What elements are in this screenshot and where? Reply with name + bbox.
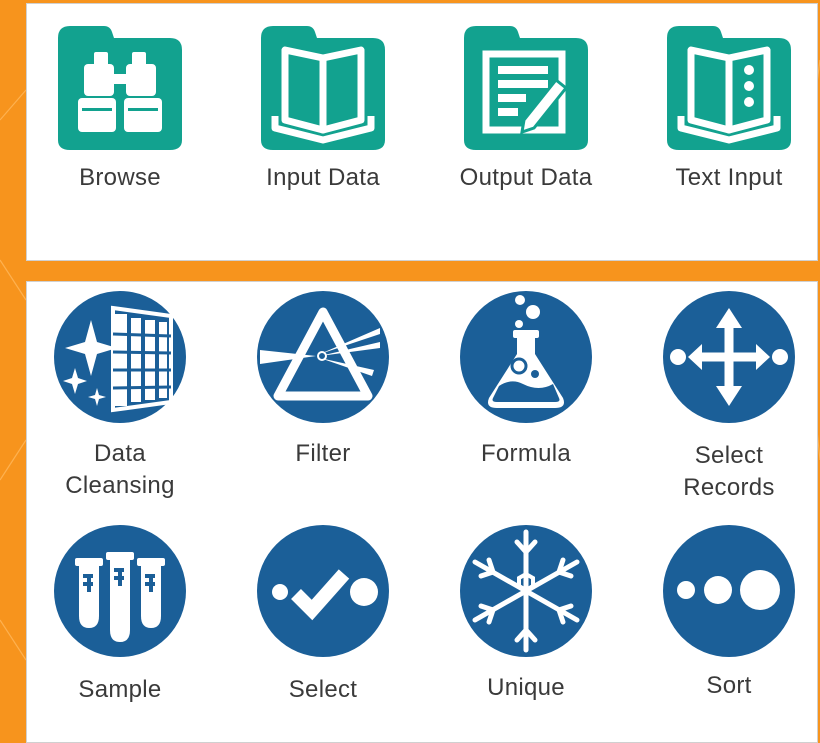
tool-label: Filter (295, 440, 351, 467)
tool-label: Data Cleansing (65, 440, 175, 499)
snowflake-icon (460, 525, 592, 657)
tool-output-data[interactable]: Output Data (426, 24, 626, 194)
tool-label: Select Records (683, 442, 775, 501)
tool-sort[interactable]: Sort (629, 524, 820, 702)
sparkle-grid-icon (54, 291, 186, 423)
tool-text-input[interactable]: Text Input (629, 24, 820, 194)
tool-label: Sample (78, 676, 162, 703)
three-dots-icon (663, 525, 795, 657)
tool-formula[interactable]: Formula (426, 290, 626, 470)
preparation-panel: Data Cleansing Filter Formula Select Rec… (26, 281, 818, 743)
tool-unique[interactable]: Unique (426, 524, 626, 704)
tool-label: Output Data (459, 164, 593, 191)
book-dots-icon (667, 26, 791, 150)
tool-label: Input Data (266, 164, 380, 191)
tool-label: Text Input (675, 164, 783, 191)
tool-label: Select (288, 676, 358, 703)
tool-browse[interactable]: Browse (20, 24, 220, 194)
prism-icon (257, 291, 389, 423)
tool-sample[interactable]: Sample (20, 524, 220, 706)
tool-input-data[interactable]: Input Data (223, 24, 423, 194)
checkmark-dots-icon (257, 525, 389, 657)
flask-icon (460, 291, 592, 423)
open-book-icon (261, 26, 385, 150)
tool-data-cleansing[interactable]: Data Cleansing (20, 290, 220, 502)
input-output-panel: Browse Input Data Output Data Text Input (26, 3, 818, 261)
tool-select-records[interactable]: Select Records (629, 290, 820, 504)
tool-label: Unique (487, 674, 565, 701)
tool-label: Formula (480, 440, 572, 467)
four-arrows-icon (663, 291, 795, 423)
test-tubes-icon (54, 525, 186, 657)
tool-filter[interactable]: Filter (223, 290, 423, 470)
tool-select[interactable]: Select (223, 524, 423, 706)
document-pencil-icon (464, 26, 588, 150)
tool-label: Sort (706, 672, 752, 699)
tool-label: Browse (79, 164, 161, 191)
binoculars-icon (58, 26, 182, 150)
